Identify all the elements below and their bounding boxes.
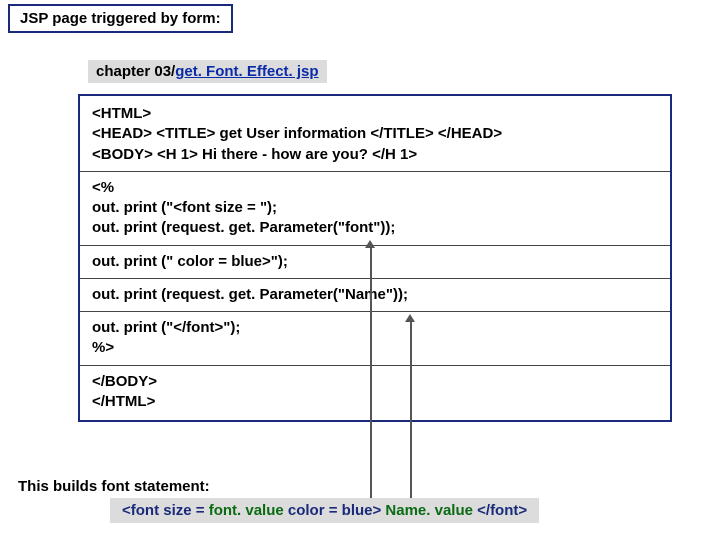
code-line: <BODY> <H 1> Hi there - how are you? </H… [92, 145, 658, 165]
divider [80, 245, 670, 246]
divider [80, 278, 670, 279]
code-line: </HTML> [92, 392, 658, 412]
code-box: <HTML> <HEAD> <TITLE> get User informati… [78, 94, 672, 422]
arrow-head-icon [365, 240, 375, 248]
build-label: This builds font statement: [18, 478, 210, 495]
code-line: out. print (" color = blue>"); [92, 252, 658, 272]
code-line: out. print (request. get. Parameter("fon… [92, 218, 658, 238]
divider [80, 311, 670, 312]
code-line: <HEAD> <TITLE> get User information </TI… [92, 124, 658, 144]
code-line: <% [92, 178, 658, 198]
font-stmt-value: font. value [209, 502, 284, 519]
code-line: %> [92, 338, 658, 358]
font-stmt-part: </font> [473, 502, 527, 519]
font-stmt-part: color = blue> [284, 502, 386, 519]
arrow-line [410, 322, 412, 498]
font-stmt-value: Name. value [385, 502, 473, 519]
file-path-prefix: chapter 03/ [96, 63, 175, 80]
code-line: </BODY> [92, 372, 658, 392]
code-line: out. print ("<font size = "); [92, 198, 658, 218]
arrow-head-icon [405, 314, 415, 322]
font-statement: <font size = font. value color = blue> N… [110, 498, 539, 523]
code-line: out. print (request. get. Parameter("Nam… [92, 285, 658, 305]
divider [80, 171, 670, 172]
page-title-text: JSP page triggered by form: [20, 10, 221, 27]
file-path-link: get. Font. Effect. jsp [175, 63, 318, 80]
divider [80, 365, 670, 366]
code-line: <HTML> [92, 104, 658, 124]
code-line: out. print ("</font>"); [92, 318, 658, 338]
font-stmt-part: <font size = [122, 502, 209, 519]
file-path: chapter 03/get. Font. Effect. jsp [88, 60, 327, 83]
page-title: JSP page triggered by form: [8, 4, 233, 33]
build-label-text: This builds font statement: [18, 478, 210, 495]
arrow-line [370, 248, 372, 498]
